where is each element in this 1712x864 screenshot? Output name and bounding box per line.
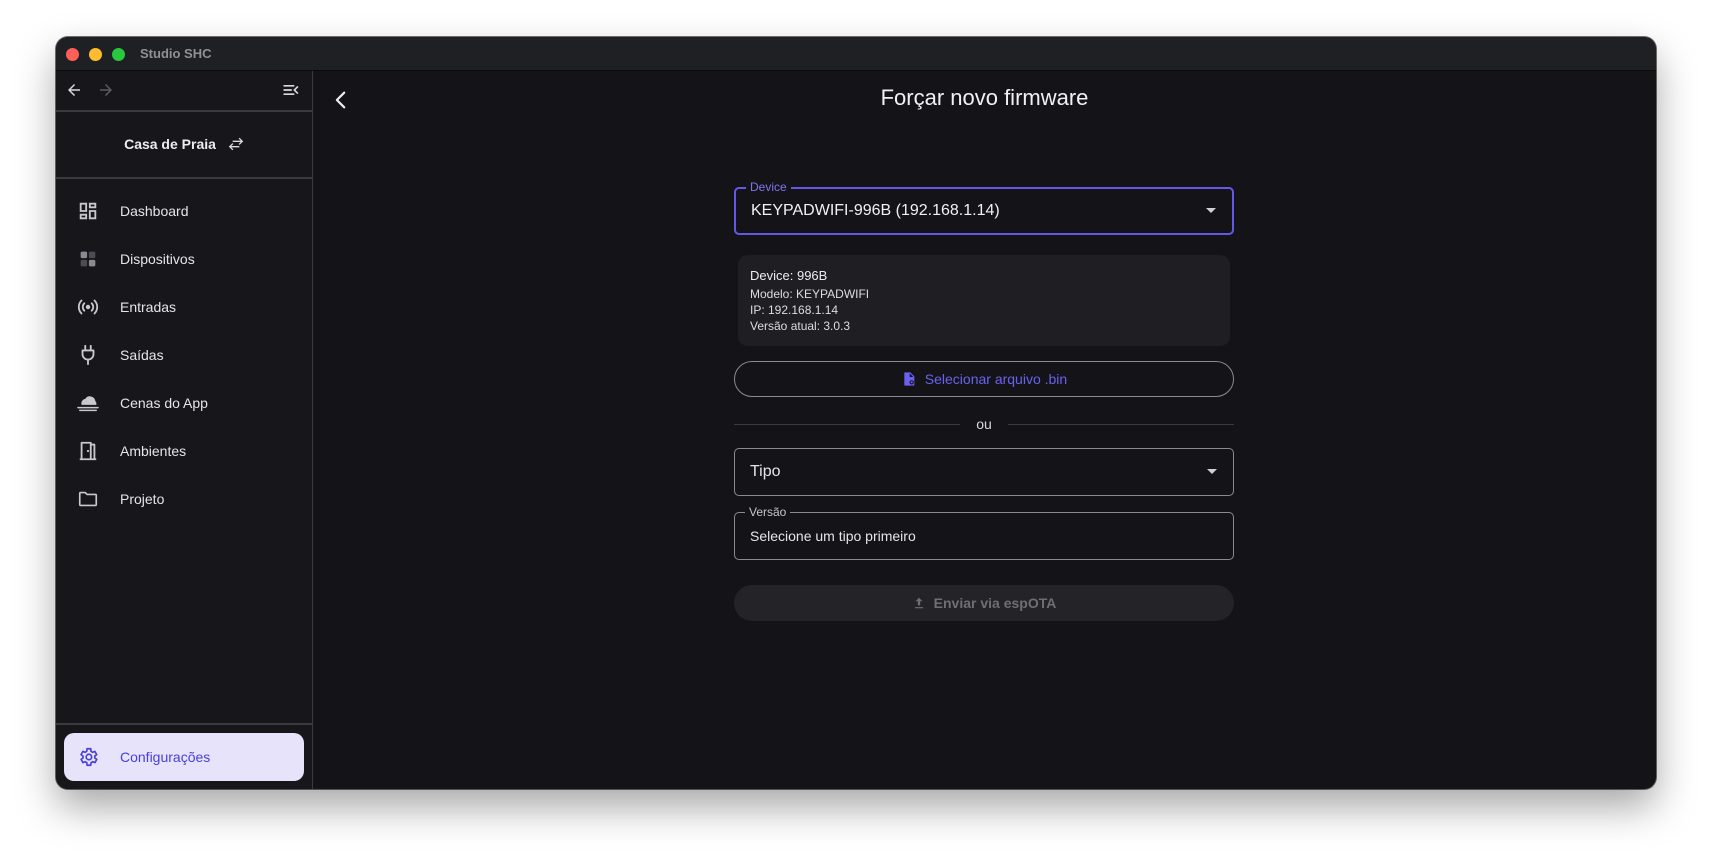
sidebar-item-entradas[interactable]: Entradas bbox=[64, 285, 304, 329]
sidebar: Casa de Praia Dashboard Dispositivos Ent… bbox=[56, 71, 313, 789]
app-title: Studio SHC bbox=[140, 46, 212, 61]
chevron-down-icon bbox=[1207, 469, 1217, 474]
project-switcher[interactable]: Casa de Praia bbox=[56, 112, 312, 176]
divider-line bbox=[1008, 424, 1234, 425]
device-select[interactable]: Device KEYPADWIFI-996B (192.168.1.14) bbox=[734, 180, 1234, 235]
versao-field-value: Selecione um tipo primeiro bbox=[750, 528, 916, 544]
app-window: Studio SHC Casa de Praia Dashboard Dispo… bbox=[56, 37, 1656, 789]
nav-back-button[interactable] bbox=[61, 77, 87, 103]
sidebar-item-label: Projeto bbox=[120, 491, 165, 507]
page-title: Forçar novo firmware bbox=[880, 85, 1089, 110]
sidebar-item-label: Saídas bbox=[120, 347, 164, 363]
swap-icon bbox=[228, 137, 244, 151]
sidebar-divider bbox=[56, 177, 312, 179]
project-name: Casa de Praia bbox=[124, 136, 216, 152]
gear-icon bbox=[76, 745, 100, 769]
main-content: Forçar novo firmware Device KEYPADWIFI-9… bbox=[313, 71, 1656, 789]
close-window-button[interactable] bbox=[66, 48, 79, 61]
plug-icon bbox=[76, 343, 100, 367]
versao-field[interactable]: Versão Selecione um tipo primeiro bbox=[734, 505, 1234, 560]
door-icon bbox=[76, 439, 100, 463]
collapse-sidebar-button[interactable] bbox=[278, 77, 304, 103]
sidebar-item-label: Ambientes bbox=[120, 443, 187, 459]
maximize-window-button[interactable] bbox=[112, 48, 125, 61]
sidebar-divider bbox=[56, 723, 312, 725]
sidebar-item-projeto[interactable]: Projeto bbox=[64, 477, 304, 521]
sidebar-item-dispositivos[interactable]: Dispositivos bbox=[64, 237, 304, 281]
info-ip: IP: 192.168.1.14 bbox=[750, 303, 839, 317]
select-bin-file-label: Selecionar arquivo .bin bbox=[924, 371, 1068, 387]
versao-field-label: Versão bbox=[745, 505, 791, 519]
device-field-label: Device bbox=[746, 180, 791, 194]
info-model: Modelo: KEYPADWIFI bbox=[750, 287, 870, 301]
sidebar-item-ambientes[interactable]: Ambientes bbox=[64, 429, 304, 473]
dashboard-icon bbox=[76, 199, 100, 223]
device-field-value: KEYPADWIFI-996B (192.168.1.14) bbox=[751, 202, 1000, 219]
sidebar-item-label: Configurações bbox=[120, 749, 211, 765]
sidebar-item-cenas-do-app[interactable]: Cenas do App bbox=[64, 381, 304, 425]
device-info-card: Device: 996B Modelo: KEYPADWIFI IP: 192.… bbox=[738, 255, 1230, 346]
send-espota-button[interactable]: Enviar via espOTA bbox=[734, 585, 1234, 621]
chevron-down-icon bbox=[1206, 208, 1216, 213]
sidebar-item-label: Entradas bbox=[120, 299, 177, 315]
upload-icon bbox=[914, 597, 923, 609]
nav-row bbox=[56, 71, 312, 110]
send-espota-label: Enviar via espOTA bbox=[933, 595, 1057, 611]
broadcast-icon bbox=[76, 295, 100, 319]
minimize-window-button[interactable] bbox=[89, 48, 102, 61]
tipo-select[interactable]: Tipo bbox=[734, 448, 1234, 496]
sidebar-item-configuracoes[interactable]: Configurações bbox=[64, 733, 304, 781]
sidebar-item-saidas[interactable]: Saídas bbox=[64, 333, 304, 377]
or-divider: ou bbox=[734, 414, 1234, 434]
devices-icon bbox=[76, 247, 100, 271]
sidebar-item-label: Dashboard bbox=[120, 203, 189, 219]
nav-forward-button[interactable] bbox=[93, 77, 119, 103]
info-device: Device: 996B bbox=[750, 268, 828, 283]
arrow-left-icon bbox=[68, 84, 80, 96]
sidebar-item-label: Cenas do App bbox=[120, 395, 208, 411]
arrow-right-icon bbox=[100, 84, 112, 96]
select-bin-file-button[interactable]: Selecionar arquivo .bin bbox=[734, 361, 1234, 397]
menu-collapse-icon bbox=[283, 85, 299, 95]
info-version: Versão atual: 3.0.3 bbox=[750, 319, 851, 333]
title-bar: Studio SHC bbox=[56, 37, 1656, 71]
folder-icon bbox=[76, 487, 100, 511]
cloud-icon bbox=[76, 391, 100, 415]
file-icon bbox=[904, 372, 915, 386]
sidebar-item-dashboard[interactable]: Dashboard bbox=[64, 189, 304, 233]
sidebar-item-label: Dispositivos bbox=[120, 251, 195, 267]
tipo-placeholder: Tipo bbox=[750, 463, 781, 480]
